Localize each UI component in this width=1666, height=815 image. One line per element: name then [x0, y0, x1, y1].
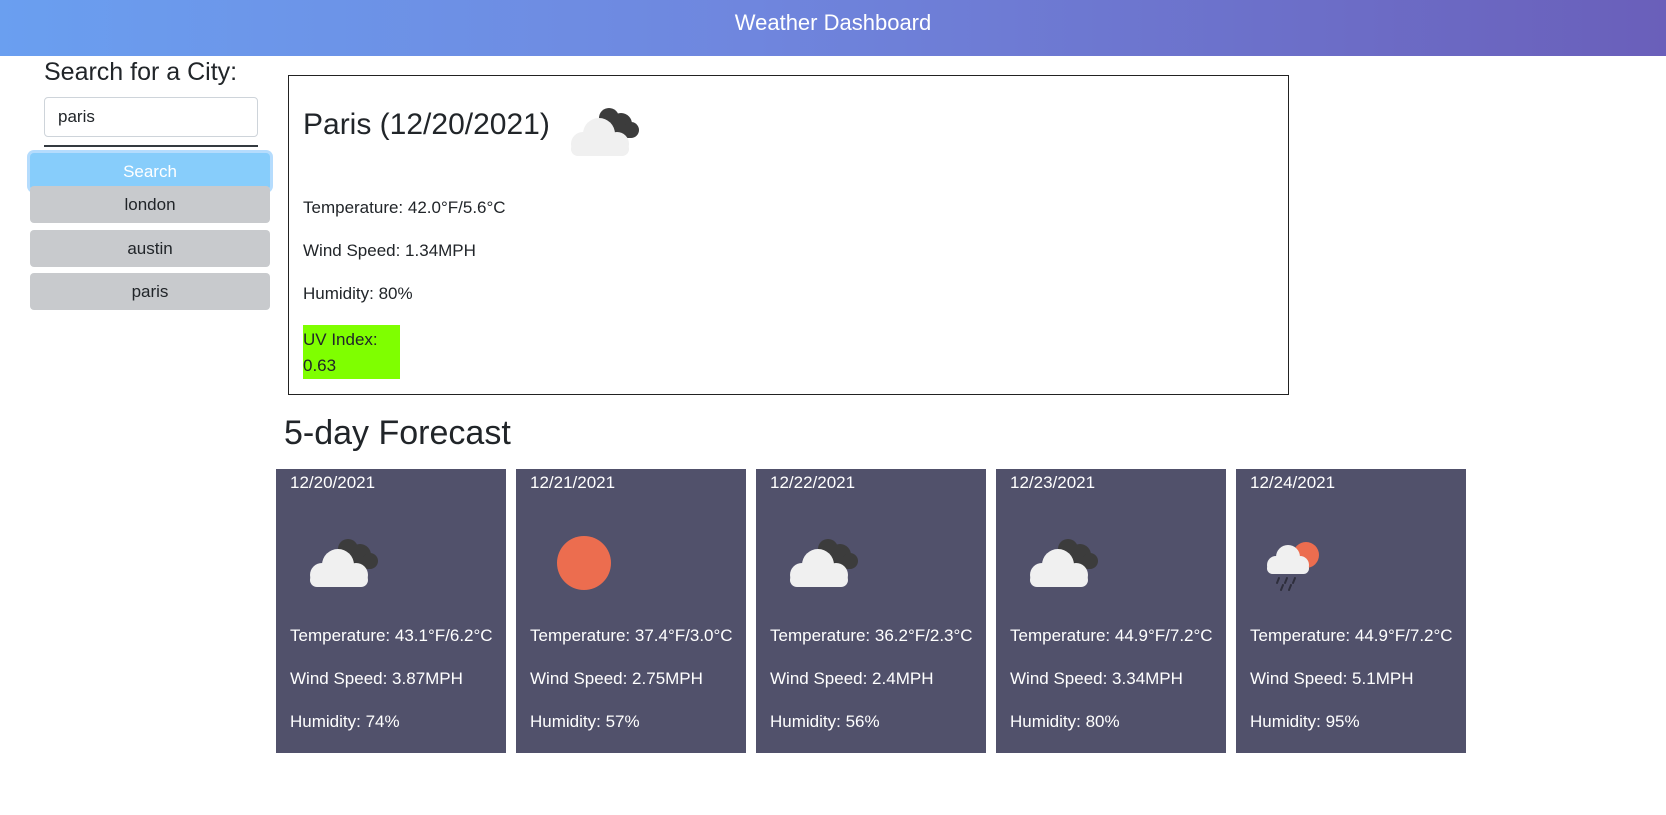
app-header: Weather Dashboard — [0, 0, 1666, 56]
history-button-london[interactable]: london — [30, 186, 270, 223]
history-button-austin[interactable]: austin — [30, 230, 270, 267]
cloudy-icon — [790, 539, 858, 587]
forecast-wind-speed: Wind Speed: 5.1MPH — [1250, 669, 1414, 688]
forecast-temperature: Temperature: 44.9°F/7.2°C — [1010, 626, 1213, 645]
cloudy-icon — [1030, 539, 1098, 587]
forecast-humidity: Humidity: 95% — [1250, 712, 1360, 731]
current-weather-card: Paris (12/20/2021) Temperature: 42.0°F/5… — [288, 75, 1289, 395]
cloudy-icon — [310, 539, 378, 587]
forecast-wind-speed: Wind Speed: 3.87MPH — [290, 669, 463, 688]
current-wind-speed: Wind Speed: 1.34MPH — [303, 241, 476, 260]
city-search-input[interactable] — [44, 97, 258, 137]
forecast-temperature: Temperature: 37.4°F/3.0°C — [530, 626, 733, 645]
history-button-paris[interactable]: paris — [30, 273, 270, 310]
forecast-card: 12/21/2021 Temperature: 37.4°F/3.0°C Win… — [516, 469, 746, 753]
forecast-wind-speed: Wind Speed: 2.4MPH — [770, 669, 934, 688]
forecast-temperature: Temperature: 43.1°F/6.2°C — [290, 626, 493, 645]
uv-index-label: UV Index: — [303, 330, 378, 349]
forecast-temperature: Temperature: 44.9°F/7.2°C — [1250, 626, 1453, 645]
forecast-date: 12/20/2021 — [290, 473, 376, 492]
forecast-date: 12/21/2021 — [530, 473, 616, 492]
forecast-temperature: Temperature: 36.2°F/2.3°C — [770, 626, 973, 645]
current-temperature: Temperature: 42.0°F/5.6°C — [303, 198, 506, 217]
forecast-humidity: Humidity: 56% — [770, 712, 880, 731]
forecast-humidity: Humidity: 57% — [530, 712, 640, 731]
forecast-date: 12/23/2021 — [1010, 473, 1096, 492]
rain-sun-icon — [1267, 542, 1319, 591]
forecast-card: 12/24/2021 Temperature: 44.9°F/7.2°C Win… — [1236, 469, 1466, 753]
forecast-row: 12/20/2021 Temperature: 43.1°F/6.2°C Win… — [276, 469, 1476, 753]
sun-icon — [557, 536, 611, 590]
current-humidity: Humidity: 80% — [303, 284, 413, 303]
forecast-card: 12/22/2021 Temperature: 36.2°F/2.3°C Win… — [756, 469, 986, 753]
uv-index-badge: UV Index: 0.63 — [303, 325, 400, 379]
search-label: Search for a City: — [44, 58, 238, 86]
forecast-card: 12/20/2021 Temperature: 43.1°F/6.2°C Win… — [276, 469, 506, 753]
forecast-date: 12/22/2021 — [770, 473, 856, 492]
input-underline — [44, 145, 258, 147]
forecast-wind-speed: Wind Speed: 2.75MPH — [530, 669, 703, 688]
forecast-humidity: Humidity: 80% — [1010, 712, 1120, 731]
forecast-humidity: Humidity: 74% — [290, 712, 400, 731]
forecast-wind-speed: Wind Speed: 3.34MPH — [1010, 669, 1183, 688]
forecast-title: 5-day Forecast — [284, 414, 511, 452]
forecast-card: 12/23/2021 Temperature: 44.9°F/7.2°C Win… — [996, 469, 1226, 753]
forecast-date: 12/24/2021 — [1250, 473, 1336, 492]
city-date-title: Paris (12/20/2021) — [303, 108, 550, 141]
search-button[interactable]: Search — [30, 153, 270, 190]
app-title: Weather Dashboard — [734, 10, 932, 35]
uv-index-value: 0.63 — [303, 356, 337, 375]
cloudy-icon — [571, 108, 639, 156]
